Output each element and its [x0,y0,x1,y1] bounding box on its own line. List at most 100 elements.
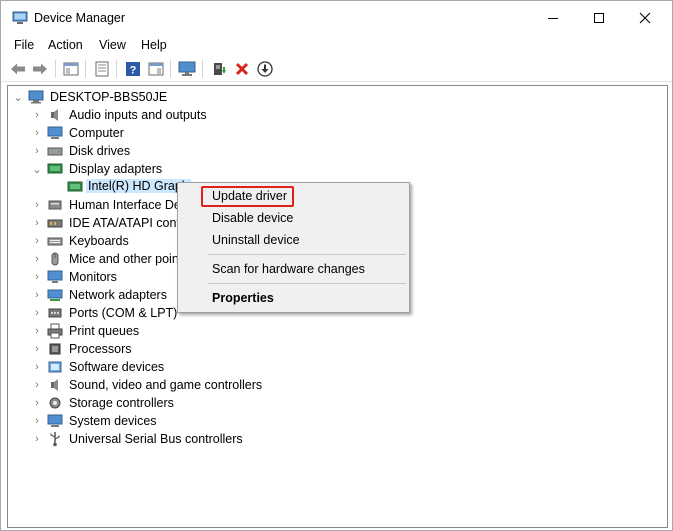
update-driver-icon [214,63,226,75]
tree-item-label: Computer [69,126,124,140]
scan-hardware-button[interactable] [255,59,275,79]
tree-item-processors[interactable]: › Processors [8,340,658,358]
menu-file[interactable]: File [14,38,34,52]
chevron-right-icon[interactable]: › [32,430,42,448]
forward-button[interactable] [30,59,50,79]
chevron-right-icon[interactable]: › [32,412,42,430]
tree-item-software-devices[interactable]: › Software devices [8,358,658,376]
update-driver-button[interactable] [209,59,229,79]
chevron-right-icon[interactable]: › [32,124,42,142]
toolbar-separator [55,60,56,78]
menu-separator [208,254,406,255]
properties-icon [95,61,109,77]
hid-icon [48,200,62,210]
system-device-icon [47,414,63,427]
chevron-right-icon[interactable]: › [32,322,42,340]
scan-hardware-icon [257,61,273,77]
printer-icon [47,323,63,339]
menu-help[interactable]: Help [141,38,167,52]
tree-item-label: Keyboards [69,234,129,248]
tree-item-computer[interactable]: › Computer [8,124,658,142]
toolbar-separator [170,60,171,78]
tree-item-label: Audio inputs and outputs [69,108,207,122]
disk-drive-icon [47,147,63,156]
monitor-icon [178,61,196,76]
chevron-right-icon[interactable]: › [32,358,42,376]
menu-item-scan-hardware[interactable]: Scan for hardware changes [212,262,365,276]
tree-item-label: Ports (COM & LPT) [69,306,178,320]
maximize-icon [594,13,604,23]
speaker-icon [51,379,58,391]
keyboard-icon [47,237,63,246]
maximize-button[interactable] [576,1,622,35]
title-bar: Device Manager [1,1,672,35]
monitor-button[interactable] [177,59,197,79]
tree-item-storage-controllers[interactable]: › Storage controllers [8,394,658,412]
chevron-right-icon[interactable]: › [32,250,42,268]
tree-item-label: Print queues [69,324,140,338]
chevron-right-icon[interactable]: › [32,232,42,250]
software-device-icon [48,361,62,373]
chevron-right-icon[interactable]: › [32,196,42,214]
tree-item-usb-controllers[interactable]: › Universal Serial Bus controllers [8,430,658,448]
chevron-right-icon[interactable]: › [32,106,42,124]
monitor-icon [47,270,63,283]
forward-icon [33,63,47,75]
show-hide-console-tree-icon [63,62,79,76]
chevron-right-icon[interactable]: › [32,394,42,412]
tree-item-label: Network adapters [69,288,167,302]
properties-button[interactable] [92,59,112,79]
display-adapter-icon [67,181,83,192]
tree-root[interactable]: ⌄ DESKTOP-BBS50JE [8,88,658,106]
tree-item-system-devices[interactable]: › System devices [8,412,658,430]
context-menu: Update driver Disable device Uninstall d… [177,182,410,313]
tree-item-display-adapters[interactable]: ⌄ Display adapters [8,160,658,178]
network-adapter-icon [47,289,63,301]
device-manager-window: Device Manager File Action View Help ? ⌄… [0,0,673,531]
tree-item-audio[interactable]: › Audio inputs and outputs [8,106,658,124]
chevron-right-icon[interactable]: › [32,340,42,358]
action-pane-icon [148,62,164,76]
help-icon: ? [126,62,140,77]
show-hide-console-tree-button[interactable] [61,59,81,79]
chevron-right-icon[interactable]: › [32,286,42,304]
close-button[interactable] [622,1,668,35]
menu-bar: File Action View Help [1,35,672,55]
ide-controller-icon [47,219,63,228]
chevron-right-icon[interactable]: › [32,142,42,160]
back-icon [11,63,25,75]
display-adapter-icon [47,163,63,174]
menu-item-disable-device[interactable]: Disable device [212,211,293,225]
back-button[interactable] [8,59,28,79]
chevron-right-icon[interactable]: › [32,214,42,232]
window-title: Device Manager [34,11,126,25]
tree-item-print-queues[interactable]: › Print queues [8,322,658,340]
menu-view[interactable]: View [99,38,126,52]
menu-item-update-driver[interactable]: Update driver [212,189,287,203]
minimize-button[interactable] [530,1,576,35]
chevron-down-icon[interactable]: ⌄ [13,88,23,106]
tree-item-disk-drives[interactable]: › Disk drives [8,142,658,160]
action-pane-button[interactable] [146,59,166,79]
tree-item-label: Sound, video and game controllers [69,378,263,392]
menu-action[interactable]: Action [48,38,83,52]
tree-item-label: System devices [69,414,157,428]
menu-item-uninstall-device[interactable]: Uninstall device [212,233,300,247]
minimize-icon [548,18,558,19]
uninstall-icon [235,62,249,76]
toolbar: ? [1,56,672,82]
chevron-right-icon[interactable]: › [32,376,42,394]
tree-item-label: Processors [69,342,132,356]
tree-item-label: Universal Serial Bus controllers [69,432,243,446]
storage-controller-icon [49,397,61,409]
chevron-down-icon[interactable]: ⌄ [32,160,42,178]
uninstall-button[interactable] [232,59,252,79]
tree-item-label: Disk drives [69,144,131,158]
speaker-icon [51,109,58,121]
chevron-right-icon[interactable]: › [32,304,42,322]
help-button[interactable]: ? [123,59,143,79]
menu-item-properties[interactable]: Properties [212,291,274,305]
tree-item-sound-video[interactable]: › Sound, video and game controllers [8,376,658,394]
processor-icon [49,343,61,355]
chevron-right-icon[interactable]: › [32,268,42,286]
